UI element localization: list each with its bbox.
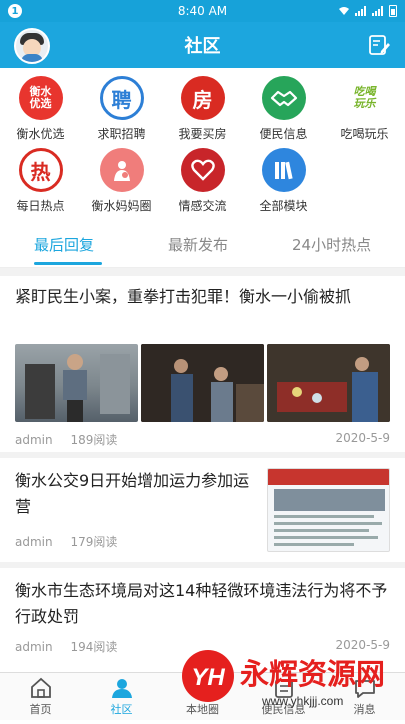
system-icons (338, 5, 397, 17)
module-label: 衡水优选 (16, 127, 65, 141)
food-fun-icon: 吃喝 玩乐 (342, 76, 387, 120)
watermark-url: www.yhkjjj.com (261, 694, 343, 708)
post-author: admin (15, 433, 53, 447)
recruit-icon: 聘 (99, 76, 144, 120)
module-convenience[interactable]: 便民信息 (243, 76, 324, 142)
wifi-icon (339, 7, 349, 15)
post-author: admin (15, 640, 53, 654)
post-title: 衡水公交9日开始增加运力参加运营 (15, 471, 250, 516)
module-all[interactable]: 全部模块 (243, 148, 324, 214)
post-meta: admin 179阅读 (15, 533, 117, 550)
signal-icon-2 (372, 6, 384, 16)
hot-icon: 热 (18, 148, 63, 192)
battery-icon (389, 5, 397, 17)
list-separator (0, 452, 405, 458)
section-divider (0, 268, 405, 276)
module-food-fun[interactable]: 吃喝 玩乐 吃喝玩乐 (324, 76, 405, 142)
module-label: 每日热点 (16, 199, 65, 213)
post-meta: admin 189阅读 (15, 431, 117, 448)
module-label: 便民信息 (259, 127, 308, 141)
app-header: 社区 (0, 22, 405, 68)
module-emotion[interactable]: 情感交流 (162, 148, 243, 214)
module-label: 吃喝玩乐 (340, 127, 389, 141)
handshake-icon (261, 76, 306, 120)
community-icon (111, 679, 132, 698)
post-image (267, 468, 390, 552)
nav-home[interactable]: 首页 (0, 677, 81, 717)
post-image (267, 344, 390, 422)
post-meta: admin 194阅读 (15, 638, 117, 655)
post-date: 2020-5-9 (335, 431, 390, 445)
module-recruit[interactable]: 聘 求职招聘 (81, 76, 162, 142)
post-reads: 179阅读 (70, 535, 118, 549)
tab-indicator (34, 262, 102, 265)
post-author: admin (15, 535, 53, 549)
signal-icon (355, 6, 367, 16)
module-mother-circle[interactable]: 衡水妈妈圈 (81, 148, 162, 214)
module-house[interactable]: 房 我要买房 (162, 76, 243, 142)
post-image (15, 344, 138, 422)
module-label: 求职招聘 (97, 127, 146, 141)
tab-latest[interactable]: 最新发布 (168, 234, 228, 255)
mother-icon (99, 148, 144, 192)
post-image (141, 344, 264, 422)
avatar[interactable] (14, 28, 50, 64)
module-hengshui-youxuan[interactable]: 衡水 优选 衡水优选 (0, 76, 81, 142)
watermark-logo: YH (191, 664, 225, 691)
post-title: 衡水市生态环境局对这14种轻微环境违法行为将不予行政处罚 (15, 581, 388, 626)
post-title: 紧盯民生小案，重拳打击犯罪！衡水一小偷被抓 (15, 287, 352, 306)
module-label: 衡水妈妈圈 (91, 199, 152, 213)
nav-label: 首页 (29, 703, 52, 716)
watermark-brand: 永辉资源网 (240, 657, 385, 691)
post-reads: 189阅读 (70, 433, 118, 447)
module-label: 我要买房 (178, 127, 227, 141)
home-icon (30, 677, 51, 698)
compose-icon[interactable] (367, 33, 391, 57)
module-label: 情感交流 (178, 199, 227, 213)
watermark: YH 永辉资源网 www.yhkjjj.com (180, 632, 405, 720)
status-bar: 1 8:40 AM (0, 0, 405, 22)
module-daily-hot[interactable]: 热 每日热点 (0, 148, 81, 214)
all-modules-icon (261, 148, 306, 192)
house-icon: 房 (180, 76, 225, 120)
heart-icon (180, 148, 225, 192)
post-reads: 194阅读 (70, 640, 118, 654)
nav-community[interactable]: 社区 (81, 677, 162, 717)
nav-label: 社区 (110, 703, 133, 716)
post-tabs: 最后回复 最新发布 24小时热点 (0, 228, 405, 268)
tab-24h-hot[interactable]: 24小时热点 (292, 234, 371, 255)
module-label: 全部模块 (259, 199, 308, 213)
tab-last-reply[interactable]: 最后回复 (34, 234, 94, 255)
hengshui-youxuan-icon: 衡水 优选 (18, 76, 63, 120)
page-title: 社区 (184, 36, 221, 57)
module-grid: 衡水 优选 衡水优选 聘 求职招聘 房 我要买房 便民信息 吃喝 玩乐 吃喝玩乐 热… (0, 68, 405, 218)
list-separator (0, 562, 405, 568)
